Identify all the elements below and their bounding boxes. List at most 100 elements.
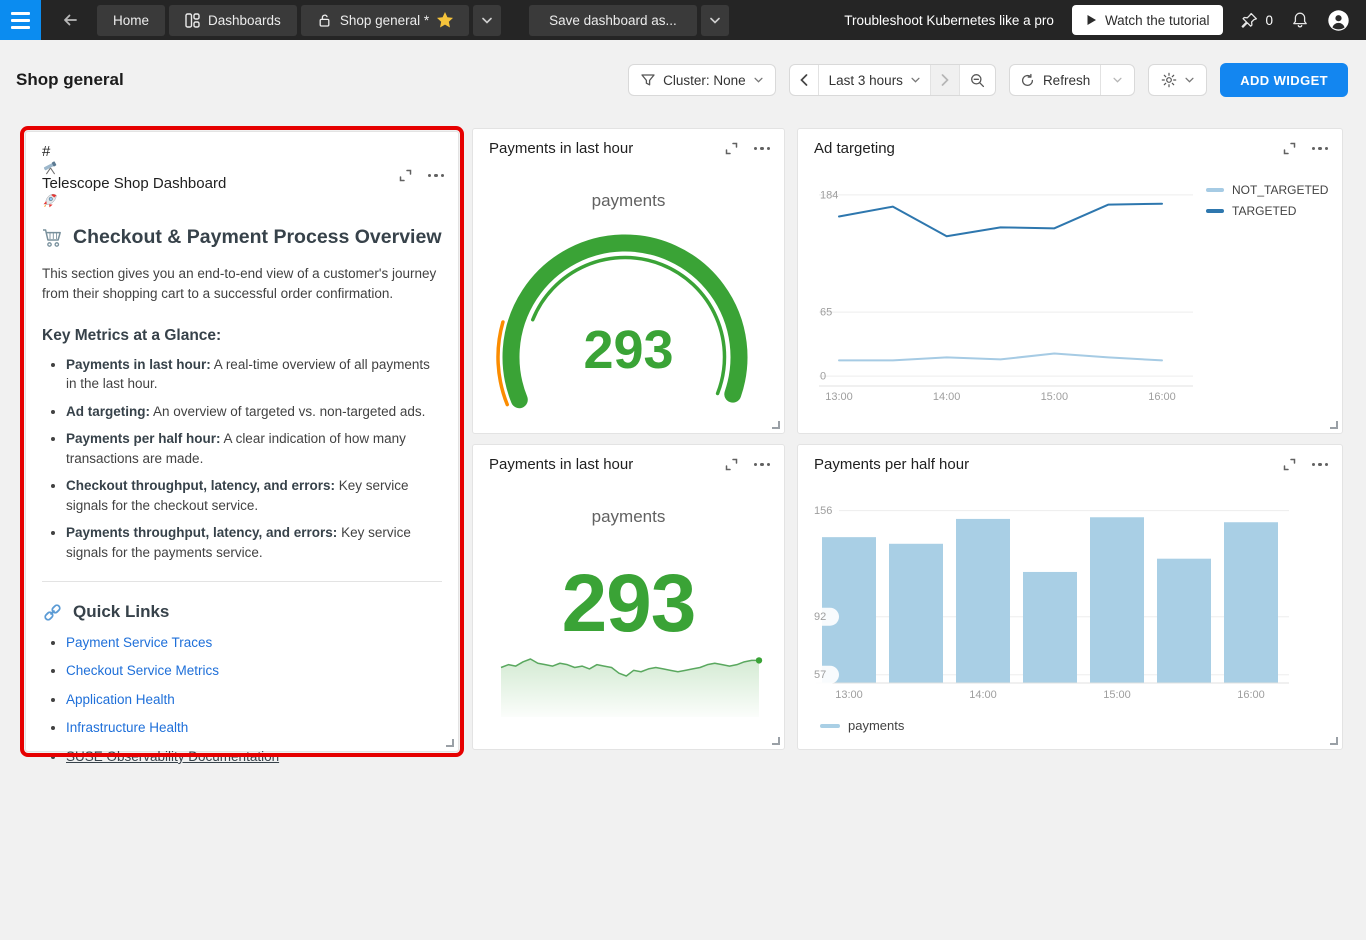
resize-handle[interactable] bbox=[446, 739, 454, 747]
menu-icon[interactable] bbox=[0, 0, 41, 40]
payments-gauge-widget: Payments in last hour payments 293 bbox=[472, 128, 785, 434]
quick-link[interactable]: Checkout Service Metrics bbox=[66, 663, 219, 678]
tab-home[interactable]: Home bbox=[97, 5, 165, 36]
page-title: Shop general bbox=[16, 70, 124, 90]
tab-shop-general[interactable]: Shop general * bbox=[301, 5, 469, 36]
series-label: payments bbox=[473, 507, 784, 527]
svg-text:15:00: 15:00 bbox=[1103, 689, 1131, 701]
tab-options-button[interactable] bbox=[473, 5, 501, 36]
widget-menu-button[interactable] bbox=[754, 143, 771, 155]
quick-links-heading: Quick Links bbox=[42, 602, 442, 623]
svg-text:14:00: 14:00 bbox=[933, 391, 961, 403]
chevron-down-icon bbox=[754, 77, 763, 83]
refresh-icon bbox=[1020, 73, 1035, 88]
chevron-down-icon bbox=[1185, 77, 1194, 83]
expand-widget-button[interactable] bbox=[725, 142, 738, 155]
tab-home-label: Home bbox=[113, 13, 149, 28]
save-dashboard-button[interactable]: Save dashboard as... bbox=[529, 5, 697, 36]
expand-icon bbox=[399, 169, 412, 182]
svg-text:13:00: 13:00 bbox=[825, 391, 853, 403]
legend-label: NOT_TARGETED bbox=[1232, 183, 1328, 197]
metric-item: Payments in last hour: A real-time overv… bbox=[66, 355, 442, 394]
top-navbar: Home Dashboards Shop general * Save dash… bbox=[0, 0, 1366, 40]
tab-shop-general-label: Shop general * bbox=[340, 13, 429, 28]
gear-icon bbox=[1161, 72, 1177, 88]
settings-button[interactable] bbox=[1148, 64, 1207, 96]
pinned-views-button[interactable]: 0 bbox=[1241, 12, 1273, 29]
metric-item: Checkout throughput, latency, and errors… bbox=[66, 476, 442, 515]
refresh-label: Refresh bbox=[1043, 73, 1090, 88]
user-menu-button[interactable] bbox=[1327, 9, 1350, 32]
series-marker bbox=[1206, 209, 1224, 213]
time-forward-button[interactable] bbox=[930, 65, 959, 95]
quick-link-item: Infrastructure Health bbox=[66, 718, 442, 738]
metric-item: Ad targeting: An overview of targeted vs… bbox=[66, 402, 442, 422]
favorite-star-icon[interactable] bbox=[437, 12, 453, 28]
svg-text:13:00: 13:00 bbox=[835, 689, 863, 701]
divider bbox=[42, 581, 442, 582]
add-widget-button[interactable]: ADD WIDGET bbox=[1220, 63, 1348, 97]
quick-link[interactable]: Application Health bbox=[66, 692, 175, 707]
back-button[interactable] bbox=[55, 5, 85, 35]
legend-label: payments bbox=[848, 718, 904, 733]
notifications-button[interactable] bbox=[1291, 11, 1309, 30]
resize-handle[interactable] bbox=[772, 737, 780, 745]
bell-icon bbox=[1291, 11, 1309, 30]
svg-text:57: 57 bbox=[814, 669, 826, 681]
time-back-button[interactable] bbox=[790, 65, 818, 95]
quick-link-item: Application Health bbox=[66, 690, 442, 710]
expand-widget-button[interactable] bbox=[399, 169, 412, 182]
quick-link-item: Payment Service Traces bbox=[66, 633, 442, 653]
resize-handle[interactable] bbox=[772, 421, 780, 429]
save-dashboard-label: Save dashboard as... bbox=[549, 13, 677, 28]
widget-title: Payments in last hour bbox=[489, 456, 725, 473]
quick-link[interactable]: Payment Service Traces bbox=[66, 635, 212, 650]
markdown-content: Checkout & Payment Process Overview This… bbox=[26, 214, 458, 766]
filter-funnel-icon bbox=[641, 74, 655, 87]
widget-menu-button[interactable] bbox=[754, 459, 771, 471]
chevron-down-icon bbox=[710, 17, 720, 24]
play-icon bbox=[1086, 14, 1097, 26]
external-doc-link[interactable]: SUSE Observability Documentation bbox=[66, 749, 279, 764]
cluster-filter-button[interactable]: Cluster: None bbox=[628, 64, 776, 96]
pin-count: 0 bbox=[1265, 13, 1273, 28]
svg-text:156: 156 bbox=[814, 505, 832, 517]
avatar-icon bbox=[1327, 9, 1350, 32]
metric-value: 293 bbox=[473, 557, 784, 651]
resize-handle[interactable] bbox=[1330, 421, 1338, 429]
resize-handle[interactable] bbox=[1330, 737, 1338, 745]
chart-legend: NOT_TARGETED TARGETED bbox=[1206, 183, 1328, 218]
line-chart: 18465013:0014:0015:0016:00 bbox=[798, 129, 1344, 435]
time-range-button[interactable]: Last 3 hours bbox=[818, 65, 930, 95]
watch-tutorial-button[interactable]: Watch the tutorial bbox=[1072, 5, 1224, 35]
refresh-button[interactable]: Refresh bbox=[1010, 65, 1100, 95]
payments-number-widget: Payments in last hour payments 293 bbox=[472, 444, 785, 750]
svg-text:14:00: 14:00 bbox=[969, 689, 997, 701]
legend-item[interactable]: NOT_TARGETED bbox=[1206, 183, 1328, 197]
promo-text: Troubleshoot Kubernetes like a pro bbox=[844, 13, 1054, 28]
save-dashboard-options-button[interactable] bbox=[701, 5, 729, 36]
expand-icon bbox=[725, 142, 738, 155]
tab-dashboards[interactable]: Dashboards bbox=[169, 5, 297, 36]
watch-tutorial-label: Watch the tutorial bbox=[1105, 13, 1210, 28]
metrics-list: Payments in last hour: A real-time overv… bbox=[42, 355, 442, 563]
chevron-right-icon bbox=[941, 74, 949, 86]
quick-link[interactable]: Infrastructure Health bbox=[66, 720, 188, 735]
expand-widget-button[interactable] bbox=[725, 458, 738, 471]
back-arrow-icon bbox=[60, 10, 80, 30]
bar-chart: 156925713:0014:0015:0016:00 bbox=[798, 445, 1344, 751]
chevron-left-icon bbox=[800, 74, 808, 86]
magnifier-minus-icon bbox=[970, 73, 985, 88]
cart-emoji-icon bbox=[42, 228, 64, 248]
gauge-value: 293 bbox=[473, 319, 784, 381]
metrics-heading: Key Metrics at a Glance: bbox=[42, 327, 442, 345]
chevron-down-icon bbox=[911, 77, 920, 83]
widget-title: # Telescope Shop Dashboard bbox=[42, 143, 399, 208]
zoom-out-time-button[interactable] bbox=[959, 65, 995, 95]
chart-legend[interactable]: payments bbox=[820, 718, 904, 733]
markdown-widget: # Telescope Shop Dashboard Checkou bbox=[25, 131, 459, 752]
legend-item[interactable]: TARGETED bbox=[1206, 204, 1328, 218]
widget-menu-button[interactable] bbox=[428, 170, 445, 182]
series-marker bbox=[1206, 188, 1224, 192]
refresh-options-button[interactable] bbox=[1100, 65, 1134, 95]
